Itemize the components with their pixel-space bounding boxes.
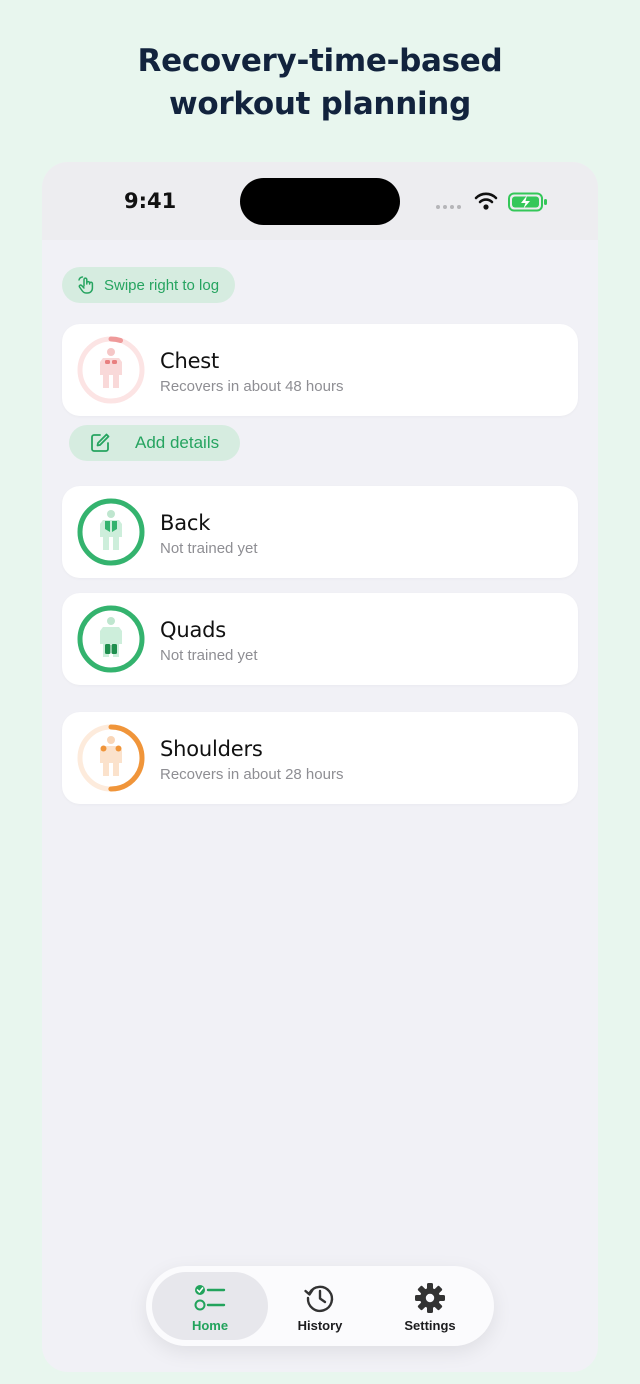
tab-settings[interactable]: Settings <box>372 1272 488 1340</box>
status-bar: 9:41 <box>42 162 598 240</box>
muscle-name: Chest <box>160 349 220 373</box>
clock-history-icon <box>304 1285 334 1313</box>
muscle-card-quads[interactable]: Quads Not trained yet <box>62 593 578 685</box>
edit-icon <box>91 433 110 452</box>
tab-home[interactable]: Home <box>152 1272 268 1340</box>
phone-screen: 9:41 Swipe right to log Chest Recovers i… <box>42 162 598 1372</box>
dynamic-island <box>240 178 400 225</box>
add-details-button[interactable]: Add details <box>69 425 240 461</box>
cellular-signal-icon <box>436 205 461 209</box>
swipe-hint-label: Swipe right to log <box>104 276 220 294</box>
headline-line-2: workout planning <box>169 86 471 122</box>
muscle-name: Quads <box>160 618 226 642</box>
muscle-card-chest[interactable]: Chest Recovers in about 48 hours <box>62 324 578 416</box>
recovery-ring <box>77 724 145 792</box>
muscle-card-back[interactable]: Back Not trained yet <box>62 486 578 578</box>
headline: Recovery-time-based workout planning <box>0 40 640 126</box>
muscle-name: Back <box>160 511 211 535</box>
tab-history-label: History <box>297 1318 343 1333</box>
recovery-ring <box>77 498 145 566</box>
swipe-hint-badge: Swipe right to log <box>62 267 236 303</box>
gear-icon <box>415 1283 445 1313</box>
tab-home-label: Home <box>191 1318 229 1333</box>
muscle-card-shoulders[interactable]: Shoulders Recovers in about 28 hours <box>62 712 578 804</box>
recovery-ring <box>77 336 145 404</box>
tab-bar: Home History Settings <box>146 1266 494 1346</box>
tab-settings-label: Settings <box>404 1318 456 1333</box>
battery-charging-icon <box>508 192 547 212</box>
status-time: 9:41 <box>124 189 177 213</box>
add-details-label: Add details <box>135 433 220 452</box>
wifi-icon <box>474 192 498 210</box>
recovery-status: Recovers in about 28 hours <box>160 766 344 783</box>
swipe-hand-icon <box>78 276 94 294</box>
recovery-status: Recovers in about 48 hours <box>160 378 344 395</box>
recovery-status: Not trained yet <box>160 647 258 664</box>
recovery-status: Not trained yet <box>160 540 258 557</box>
checklist-icon <box>194 1285 226 1311</box>
muscle-name: Shoulders <box>160 737 263 761</box>
tab-history[interactable]: History <box>262 1272 378 1340</box>
headline-line-1: Recovery-time-based <box>137 43 503 79</box>
recovery-ring <box>77 605 145 673</box>
